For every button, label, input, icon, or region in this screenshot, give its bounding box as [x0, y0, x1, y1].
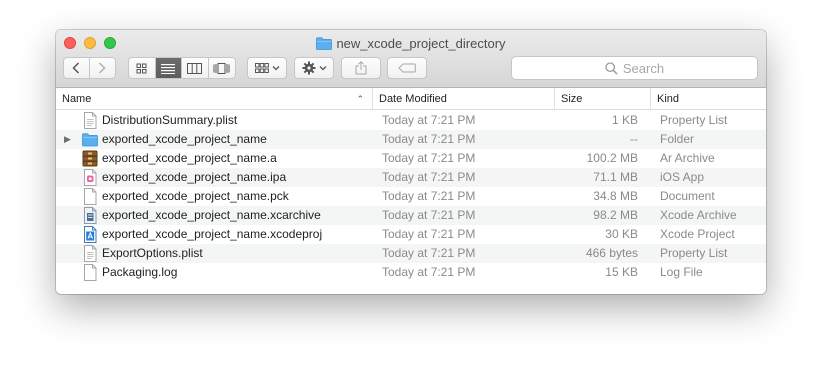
file-row[interactable]: DistributionSummary.plist Today at 7:21 P…: [56, 111, 766, 130]
sort-ascending-icon: ⌃: [356, 94, 364, 104]
file-date-modified: Today at 7:21 PM: [382, 113, 476, 127]
disclosure-triangle-icon[interactable]: ▶: [64, 130, 71, 149]
file-name: exported_xcode_project_name.xcarchive: [102, 208, 321, 222]
finder-window: new_xcode_project_directory Search Name …: [56, 30, 766, 294]
file-date-modified: Today at 7:21 PM: [382, 132, 476, 146]
column-view-button[interactable]: [182, 58, 209, 78]
document-icon: [82, 188, 98, 205]
file-size: 34.8 MB: [593, 189, 638, 203]
folder-icon: [316, 37, 333, 54]
file-date-modified: Today at 7:21 PM: [382, 151, 476, 165]
chevron-down-icon: [272, 66, 279, 71]
back-forward-control: [63, 57, 116, 79]
tag-icon: [398, 63, 416, 73]
icon-view-button[interactable]: [129, 58, 156, 78]
forward-button[interactable]: [90, 58, 115, 78]
tags-button[interactable]: [387, 57, 427, 79]
columns-icon: [187, 62, 203, 74]
ios-app-icon: [82, 169, 98, 186]
file-row[interactable]: exported_xcode_project_name.pck Today at …: [56, 187, 766, 206]
action-button[interactable]: [294, 57, 334, 79]
file-row[interactable]: Packaging.log Today at 7:21 PM 15 KB Log Fi…: [56, 263, 766, 282]
column-header-size-label: Size: [561, 93, 583, 105]
file-list: DistributionSummary.plist Today at 7:21 P…: [56, 111, 766, 282]
file-kind: iOS App: [660, 170, 705, 184]
file-name: exported_xcode_project_name.a: [102, 151, 277, 165]
chevron-down-icon: [319, 66, 326, 71]
file-size: 100.2 MB: [586, 151, 638, 165]
log-document-icon: [82, 264, 98, 281]
file-date-modified: Today at 7:21 PM: [382, 170, 476, 184]
column-headers: Name ⌃ Date Modified Size Kind: [56, 88, 766, 110]
list-view-button[interactable]: [155, 58, 182, 78]
archive-icon: [82, 150, 98, 167]
plist-document-icon: [82, 112, 98, 129]
file-date-modified: Today at 7:21 PM: [382, 208, 476, 222]
arrange-icon: [254, 63, 269, 73]
file-size: 71.1 MB: [593, 170, 638, 184]
file-size: 466 bytes: [585, 246, 638, 260]
file-date-modified: Today at 7:21 PM: [382, 189, 476, 203]
file-row[interactable]: exported_xcode_project_name.ipa Today at …: [56, 168, 766, 187]
column-header-name[interactable]: Name ⌃: [56, 88, 372, 110]
file-kind: Property List: [660, 246, 728, 260]
window-title: new_xcode_project_directory: [56, 35, 766, 54]
file-kind: Log File: [660, 265, 703, 279]
file-kind: Folder: [660, 132, 695, 146]
cover-flow-view-button[interactable]: [209, 58, 235, 78]
icon-grid-icon: [136, 63, 147, 73]
file-row[interactable]: exported_xcode_project_name.a Today at 7:…: [56, 149, 766, 168]
folder-icon: [82, 131, 98, 148]
file-date-modified: Today at 7:21 PM: [382, 246, 476, 260]
file-name: exported_xcode_project_name: [102, 132, 267, 146]
file-size: --: [630, 132, 638, 146]
search-field[interactable]: Search: [511, 56, 758, 80]
plist-document-icon: [82, 245, 98, 262]
arrange-button[interactable]: [247, 57, 287, 79]
file-kind: Xcode Archive: [660, 208, 737, 222]
file-kind: Property List: [660, 113, 728, 127]
file-name: DistributionSummary.plist: [102, 113, 238, 127]
window-title-text: new_xcode_project_directory: [336, 36, 506, 51]
file-kind: Ar Archive: [660, 151, 715, 165]
file-size: 30 KB: [605, 227, 638, 241]
file-date-modified: Today at 7:21 PM: [382, 265, 476, 279]
file-name: exported_xcode_project_name.ipa: [102, 170, 287, 184]
file-name: exported_xcode_project_name.xcodeproj: [102, 227, 323, 241]
column-header-date-modified[interactable]: Date Modified: [372, 88, 554, 110]
file-row[interactable]: ▶ exported_xcode_project_name Today at 7:2…: [56, 130, 766, 149]
title-bar: new_xcode_project_directory Search: [56, 30, 766, 88]
share-icon: [355, 61, 367, 75]
file-size: 15 KB: [605, 265, 638, 279]
file-kind: Document: [660, 189, 715, 203]
file-size: 98.2 MB: [593, 208, 638, 222]
file-row[interactable]: ExportOptions.plist Today at 7:21 PM 466 b…: [56, 244, 766, 263]
column-header-name-label: Name: [62, 93, 92, 105]
chevron-right-icon: [99, 62, 106, 74]
share-button[interactable]: [341, 57, 381, 79]
file-row[interactable]: exported_xcode_project_name.xcarchive Tod…: [56, 206, 766, 225]
column-header-date-label: Date Modified: [379, 93, 447, 105]
file-name: Packaging.log: [102, 265, 178, 279]
back-button[interactable]: [64, 58, 90, 78]
gear-icon: [302, 61, 315, 75]
column-header-kind-label: Kind: [657, 93, 680, 105]
file-name: exported_xcode_project_name.pck: [102, 189, 289, 203]
xcode-project-icon: [82, 226, 98, 243]
cover-flow-icon: [213, 62, 230, 74]
file-size: 1 KB: [611, 113, 638, 127]
column-header-size[interactable]: Size: [554, 88, 650, 110]
chevron-left-icon: [72, 62, 80, 74]
column-header-kind[interactable]: Kind: [650, 88, 766, 110]
list-icon: [161, 63, 176, 74]
xcode-archive-icon: [82, 207, 98, 224]
search-icon: [605, 61, 618, 75]
file-name: ExportOptions.plist: [102, 246, 203, 260]
view-mode-control: [128, 57, 236, 79]
file-date-modified: Today at 7:21 PM: [382, 227, 476, 241]
file-kind: Xcode Project: [660, 227, 735, 241]
search-placeholder: Search: [622, 60, 665, 76]
file-row[interactable]: exported_xcode_project_name.xcodeproj Tod…: [56, 225, 766, 244]
